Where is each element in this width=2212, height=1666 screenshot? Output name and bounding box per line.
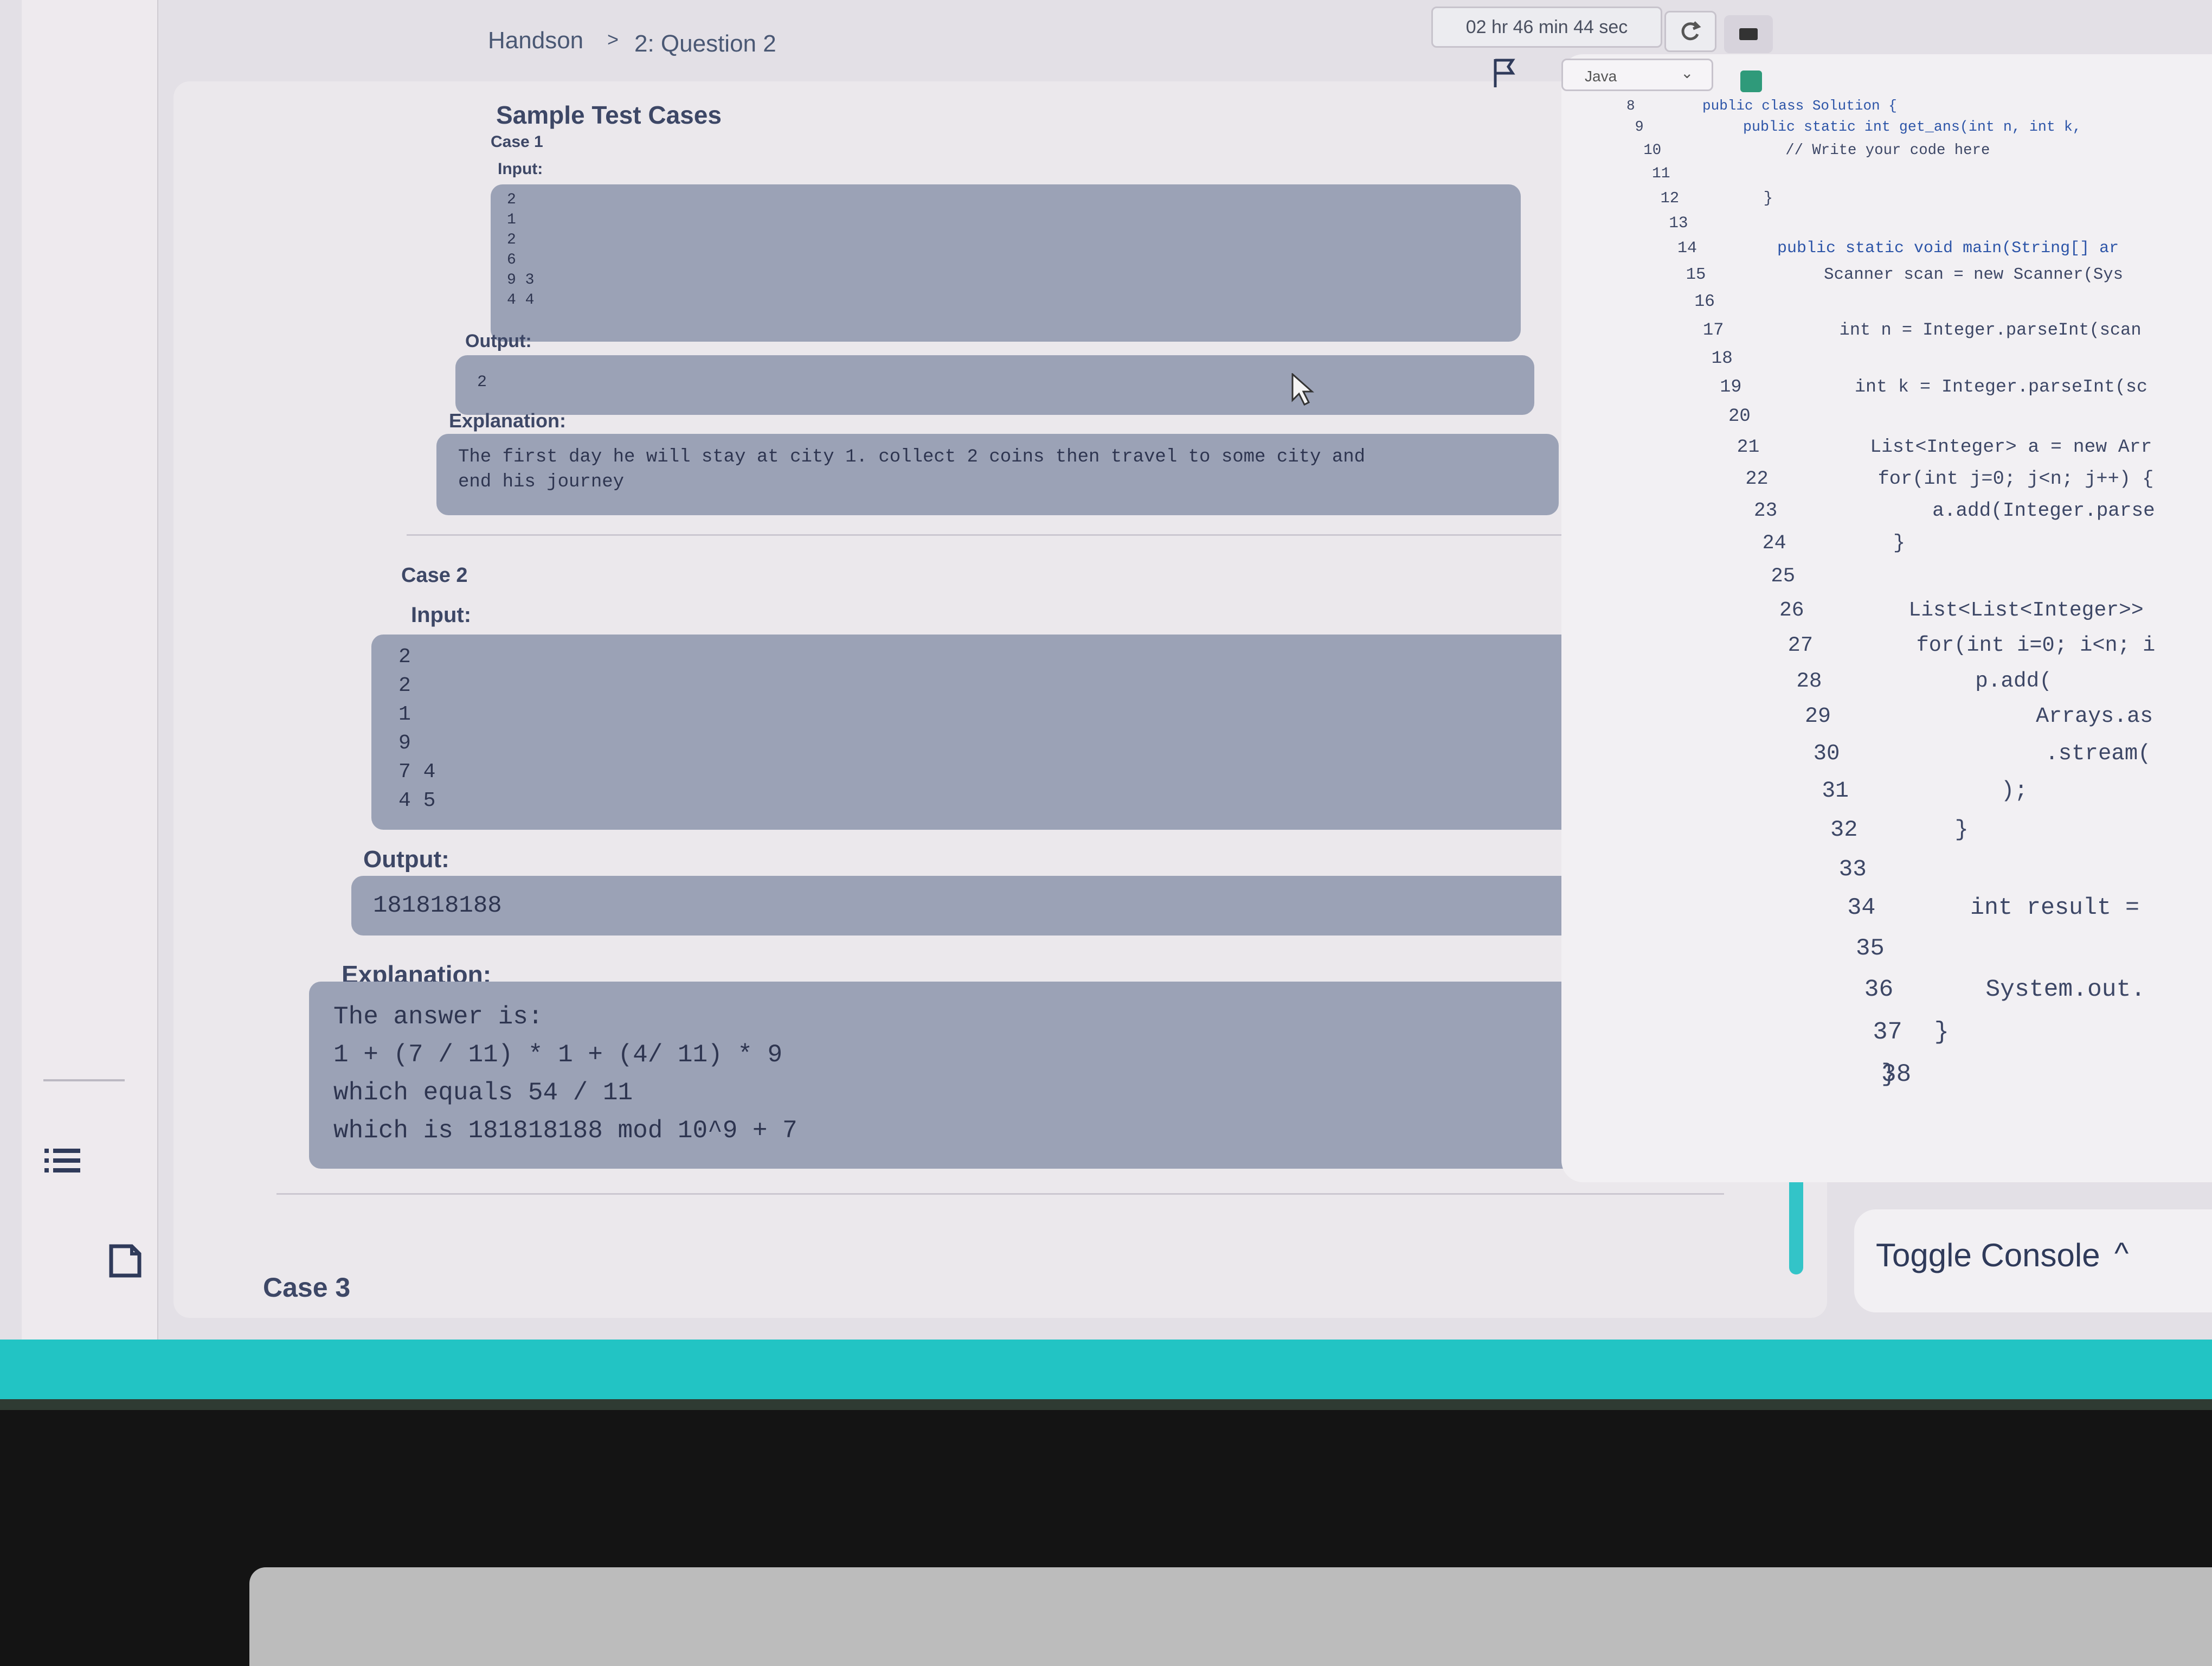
line-number: 28 xyxy=(1796,669,1822,693)
code-line[interactable]: public static int get_ans(int n, int k, xyxy=(1708,119,2081,136)
mouse-cursor-icon xyxy=(1291,373,1314,406)
document-icon[interactable] xyxy=(106,1242,144,1280)
line-number: 22 xyxy=(1745,467,1769,490)
line-number: 33 xyxy=(1838,855,1867,882)
code-line[interactable]: for(int i=0; i<n; i xyxy=(1816,633,2156,657)
line-number: 11 xyxy=(1652,165,1670,182)
line-number: 16 xyxy=(1694,292,1715,311)
case1-title: Case 1 xyxy=(491,133,543,151)
code-line[interactable]: List<List<Integer>> xyxy=(1810,599,2143,622)
code-line[interactable]: a.add(Integer.parse xyxy=(1792,499,2155,522)
case2-output-label: Output: xyxy=(363,846,449,873)
code-line[interactable]: } xyxy=(1798,532,1905,555)
code-line[interactable]: public static void main(String[] ar xyxy=(1738,239,2119,258)
code-line[interactable]: System.out. xyxy=(1869,976,2145,1003)
line-number: 12 xyxy=(1660,189,1680,207)
line-number: 27 xyxy=(1787,633,1814,657)
line-number: 23 xyxy=(1754,499,1778,522)
code-line[interactable]: .stream( xyxy=(1834,741,2151,766)
line-number: 26 xyxy=(1779,599,1804,623)
panel-toggle-button[interactable] xyxy=(1724,15,1773,53)
case1-input-label: Input: xyxy=(498,160,543,178)
list-icon[interactable] xyxy=(43,1144,81,1177)
code-line[interactable]: p.add( xyxy=(1822,669,2052,693)
code-line[interactable]: Scanner scan = new Scanner(Sys xyxy=(1744,265,2123,284)
line-number: 21 xyxy=(1737,437,1760,458)
line-number: 18 xyxy=(1711,348,1733,368)
line-number: 13 xyxy=(1669,214,1688,232)
case3-title: Case 3 xyxy=(263,1272,351,1303)
code-line[interactable]: List<Integer> a = new Arr xyxy=(1780,437,2152,458)
case1-output-label: Output: xyxy=(465,331,532,351)
case1-explanation-label: Explanation: xyxy=(449,409,567,432)
section-heading: Sample Test Cases xyxy=(496,101,722,129)
breadcrumb-current: 2: Question 2 xyxy=(634,30,776,57)
case1-output: 2 xyxy=(455,355,1534,415)
chevron-up-icon: ^ xyxy=(2114,1236,2129,1270)
timer: 02 hr 46 min 44 sec xyxy=(1431,7,1662,48)
code-line[interactable]: Arrays.as xyxy=(1828,704,2153,729)
case-divider-2 xyxy=(276,1193,1724,1195)
line-number: 9 xyxy=(1635,119,1644,136)
code-line[interactable]: } xyxy=(1881,1060,1896,1088)
case2-title: Case 2 xyxy=(401,564,468,587)
refresh-button[interactable] xyxy=(1664,11,1716,52)
line-number: 20 xyxy=(1728,406,1751,427)
line-number: 35 xyxy=(1856,935,1885,963)
code-line[interactable]: } xyxy=(1846,817,1969,843)
line-number: 17 xyxy=(1703,319,1724,340)
settings-icon[interactable] xyxy=(1740,71,1762,92)
line-number: 24 xyxy=(1762,531,1786,555)
toggle-console-button[interactable]: Toggle Console xyxy=(1876,1236,2100,1274)
code-line[interactable]: for(int j=0; j<n; j++) { xyxy=(1786,468,2154,490)
case1-explanation: The first day he will stay at city 1. co… xyxy=(436,434,1559,515)
panel-icon xyxy=(1739,28,1758,40)
chevron-down-icon: ⌄ xyxy=(1681,65,1694,81)
code-line[interactable]: } xyxy=(1726,189,1773,207)
case2-explanation: The answer is: 1 + (7 / 11) * 1 + (4/ 11… xyxy=(309,982,1692,1169)
line-number: 15 xyxy=(1686,265,1706,285)
code-line[interactable]: ); xyxy=(1840,779,2028,804)
case2-input-label: Input: xyxy=(411,603,472,627)
case2-output: 181818188 xyxy=(351,876,1647,935)
breadcrumb-root[interactable]: Handson xyxy=(488,27,583,54)
code-line[interactable]: // Write your code here xyxy=(1714,142,1990,159)
code-line[interactable]: public class Solution { xyxy=(1702,98,1897,114)
line-number: 19 xyxy=(1720,376,1742,398)
line-number: 25 xyxy=(1771,565,1796,588)
rail-divider xyxy=(43,1079,125,1081)
screen: Handson > 2: Question 2 02 hr 46 min 44 … xyxy=(0,0,2212,1388)
window-frame-strip xyxy=(0,1340,2212,1399)
code-line[interactable]: int result = xyxy=(1857,895,2139,921)
line-number: 8 xyxy=(1626,98,1635,114)
code-line[interactable]: int n = Integer.parseInt(scan xyxy=(1756,320,2142,340)
line-number: 29 xyxy=(1805,704,1831,729)
line-number: 10 xyxy=(1643,142,1662,159)
code-line[interactable]: } xyxy=(1875,1018,1949,1046)
breadcrumb-separator: > xyxy=(607,28,619,50)
left-rail xyxy=(22,0,158,1340)
flag-icon[interactable] xyxy=(1491,57,1518,89)
line-number: 14 xyxy=(1677,239,1697,258)
case-divider xyxy=(407,534,1578,536)
case2-input: 2 2 1 9 7 4 4 5 xyxy=(371,635,1624,830)
code-line[interactable]: int k = Integer.parseInt(sc xyxy=(1768,377,2147,398)
laptop-bezel xyxy=(0,1410,2212,1666)
case1-input: 2 1 2 6 9 3 4 4 xyxy=(491,184,1521,342)
refresh-icon xyxy=(1681,21,1701,41)
